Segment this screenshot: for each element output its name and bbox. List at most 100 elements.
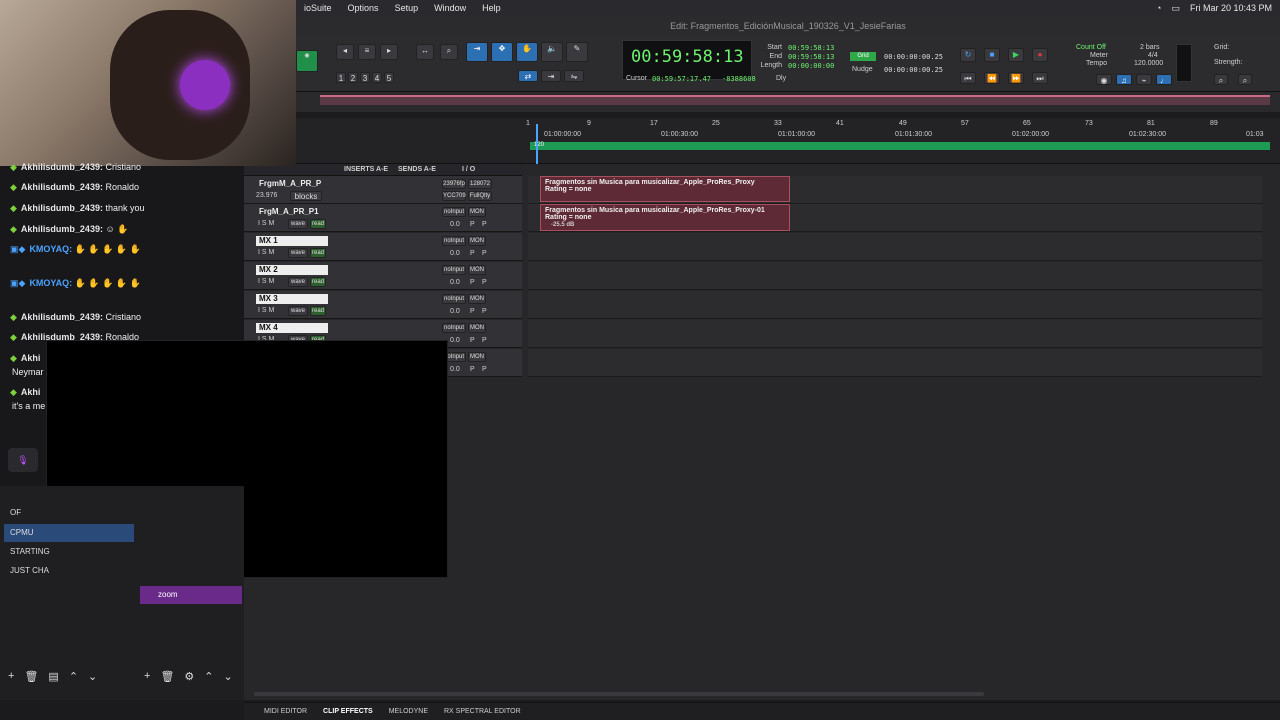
track-pan[interactable]: P [470, 221, 475, 228]
down-icon[interactable]: ⌄ [88, 670, 97, 683]
nudge-value[interactable]: 00:00:00:00.25 [884, 66, 943, 74]
horizontal-scrollbar[interactable] [254, 692, 984, 696]
track-isolm-buttons[interactable]: I S M [258, 278, 274, 285]
track-view[interactable]: wave [288, 306, 308, 316]
track-isolm-buttons[interactable]: I S M [258, 220, 274, 227]
trash-icon[interactable]: 🗑 [160, 670, 174, 683]
track-io[interactable]: YCC709 [442, 191, 466, 201]
preset-1[interactable]: 1 [336, 72, 346, 83]
automation-mode[interactable]: read [310, 306, 326, 316]
preset-2[interactable]: 2 [348, 72, 358, 83]
trim-tool-button[interactable]: ⇥ [466, 42, 488, 62]
zoom-out-button[interactable]: ◂ [336, 44, 354, 60]
tab-melodyne[interactable]: MELODYNE [389, 708, 428, 715]
track-pan[interactable]: P [482, 366, 487, 373]
playhead[interactable] [536, 124, 538, 164]
search-icon[interactable]: ⌕ [440, 44, 458, 60]
tab-clip-effects[interactable]: CLIP EFFECTS [323, 708, 373, 715]
dly-label[interactable]: Dly [776, 75, 786, 82]
track-monitor[interactable]: MON [468, 236, 486, 246]
scene-item[interactable]: OF [4, 504, 134, 522]
track-monitor[interactable]: MON [468, 265, 486, 275]
rtz-button[interactable]: ⏮ [960, 72, 976, 84]
record-button[interactable]: ● [1032, 48, 1048, 62]
up-icon[interactable]: ⌃ [204, 670, 213, 683]
end-value[interactable]: 00:59:58:13 [788, 53, 834, 61]
grid-value[interactable]: 00:00:00:00.25 [884, 53, 943, 61]
track-pan[interactable]: P [482, 337, 487, 344]
track-monitor[interactable]: MON [468, 207, 486, 217]
playlist-lane[interactable] [528, 349, 1262, 377]
track-name[interactable]: MX 3 [256, 294, 328, 304]
add-icon[interactable]: + [8, 670, 14, 683]
track-row[interactable]: FrgM_A_PR_P1 I S M wave read noInput MON… [244, 204, 522, 232]
track-pan[interactable]: P [470, 366, 475, 373]
tempo-ruler[interactable]: 120 [530, 142, 1270, 150]
mirror-button[interactable]: ⇋ [564, 70, 584, 82]
track-pan[interactable]: P [470, 337, 475, 344]
scene-item[interactable]: JUST CHA [4, 562, 134, 580]
trash-icon[interactable]: 🗑 [24, 670, 38, 683]
track-name[interactable]: FrgmM_A_PR_P [256, 179, 328, 189]
track-volume[interactable]: 0.0 [450, 221, 460, 228]
track-row[interactable]: FrgmM_A_PR_P 23.976 blocks 23976fp 12807… [244, 176, 522, 204]
ffwd-button[interactable]: ⏩ [1008, 72, 1024, 84]
clock[interactable]: Fri Mar 20 10:43 PM [1190, 3, 1272, 13]
midi-merge-button[interactable]: ◉ [1096, 74, 1112, 85]
track-row[interactable]: MX 1 I S M wave read noInput MON 0.0 P P [244, 233, 522, 261]
end-button[interactable]: ⏭ [1032, 72, 1048, 84]
playlist-lane[interactable] [528, 233, 1262, 261]
nudge-label[interactable]: Nudge [852, 66, 873, 73]
track-monitor[interactable]: MON [468, 294, 486, 304]
wait-note-button[interactable]: ♫ [1116, 74, 1132, 85]
grid-label[interactable]: Grid [850, 52, 876, 61]
track-pan[interactable]: P [482, 279, 487, 286]
scene-item[interactable]: CPMU [4, 524, 134, 542]
track-row[interactable]: MX 3 I S M wave read noInput MON 0.0 P P [244, 291, 522, 319]
link-button[interactable]: ⇄ [518, 70, 538, 82]
audio-clip[interactable]: Fragmentos sin Musica para musicalizar_A… [540, 204, 790, 231]
track-input[interactable]: noInput [442, 323, 466, 333]
track-name[interactable]: MX 4 [256, 323, 328, 333]
gear-icon[interactable]: ⚙ [184, 670, 194, 683]
track-view[interactable]: wave [288, 219, 308, 229]
rec-mode-button[interactable]: ◉ [296, 50, 318, 72]
wifi-icon[interactable]: ◔ [1156, 3, 1161, 13]
preset-4[interactable]: 4 [372, 72, 382, 83]
playlist-lane[interactable] [528, 291, 1262, 319]
track-input[interactable]: noInput [442, 265, 466, 275]
stop-button[interactable]: ■ [984, 48, 1000, 62]
video-clip[interactable]: Fragmentos sin Musica para musicalizar_A… [540, 176, 790, 202]
track-view-button[interactable]: blocks [290, 191, 322, 201]
tab-rx-spectral[interactable]: RX SPECTRAL EDITOR [444, 708, 521, 715]
scrubber-tool-button[interactable]: 🔈 [541, 42, 563, 62]
meter-value[interactable]: 4/4 [1148, 52, 1158, 59]
down-icon[interactable]: ⌄ [224, 670, 233, 683]
automation-mode[interactable]: read [310, 277, 326, 287]
length-value[interactable]: 00:00:00:00 [788, 62, 834, 70]
menu-window[interactable]: Window [426, 3, 474, 13]
track-input[interactable]: noInput [442, 294, 466, 304]
add-icon[interactable]: + [144, 670, 150, 683]
track-io[interactable]: 128072 [468, 179, 492, 189]
start-value[interactable]: 00:59:58:13 [788, 44, 834, 52]
main-counter-panel[interactable]: 00:59:58:13 [622, 40, 752, 80]
track-name[interactable]: FrgM_A_PR_P1 [256, 207, 328, 217]
filter-icon[interactable]: ▤ [48, 670, 58, 683]
up-icon[interactable]: ⌃ [69, 670, 78, 683]
timeline-ruler[interactable]: 1 9 17 25 33 41 49 57 65 73 81 89 01:00:… [296, 118, 1280, 164]
bars-value[interactable]: 2 bars [1140, 44, 1159, 51]
track-pan[interactable]: P [482, 250, 487, 257]
track-volume[interactable]: 0.0 [450, 366, 460, 373]
zoom-audio-button[interactable]: ≡ [358, 44, 376, 60]
track-pan[interactable]: P [470, 250, 475, 257]
pencil-tool-button[interactable]: ✎ [566, 42, 588, 62]
track-isolm-buttons[interactable]: I S M [258, 249, 274, 256]
scene-item[interactable]: STARTING [4, 543, 134, 561]
grabber-tool-button[interactable]: ✋ [516, 42, 538, 62]
track-volume[interactable]: 0.0 [450, 250, 460, 257]
menu-app[interactable]: ioSuite [296, 3, 340, 13]
track-volume[interactable]: 0.0 [450, 308, 460, 315]
automation-mode[interactable]: read [310, 248, 326, 258]
track-io[interactable]: 23976fp [442, 179, 466, 189]
